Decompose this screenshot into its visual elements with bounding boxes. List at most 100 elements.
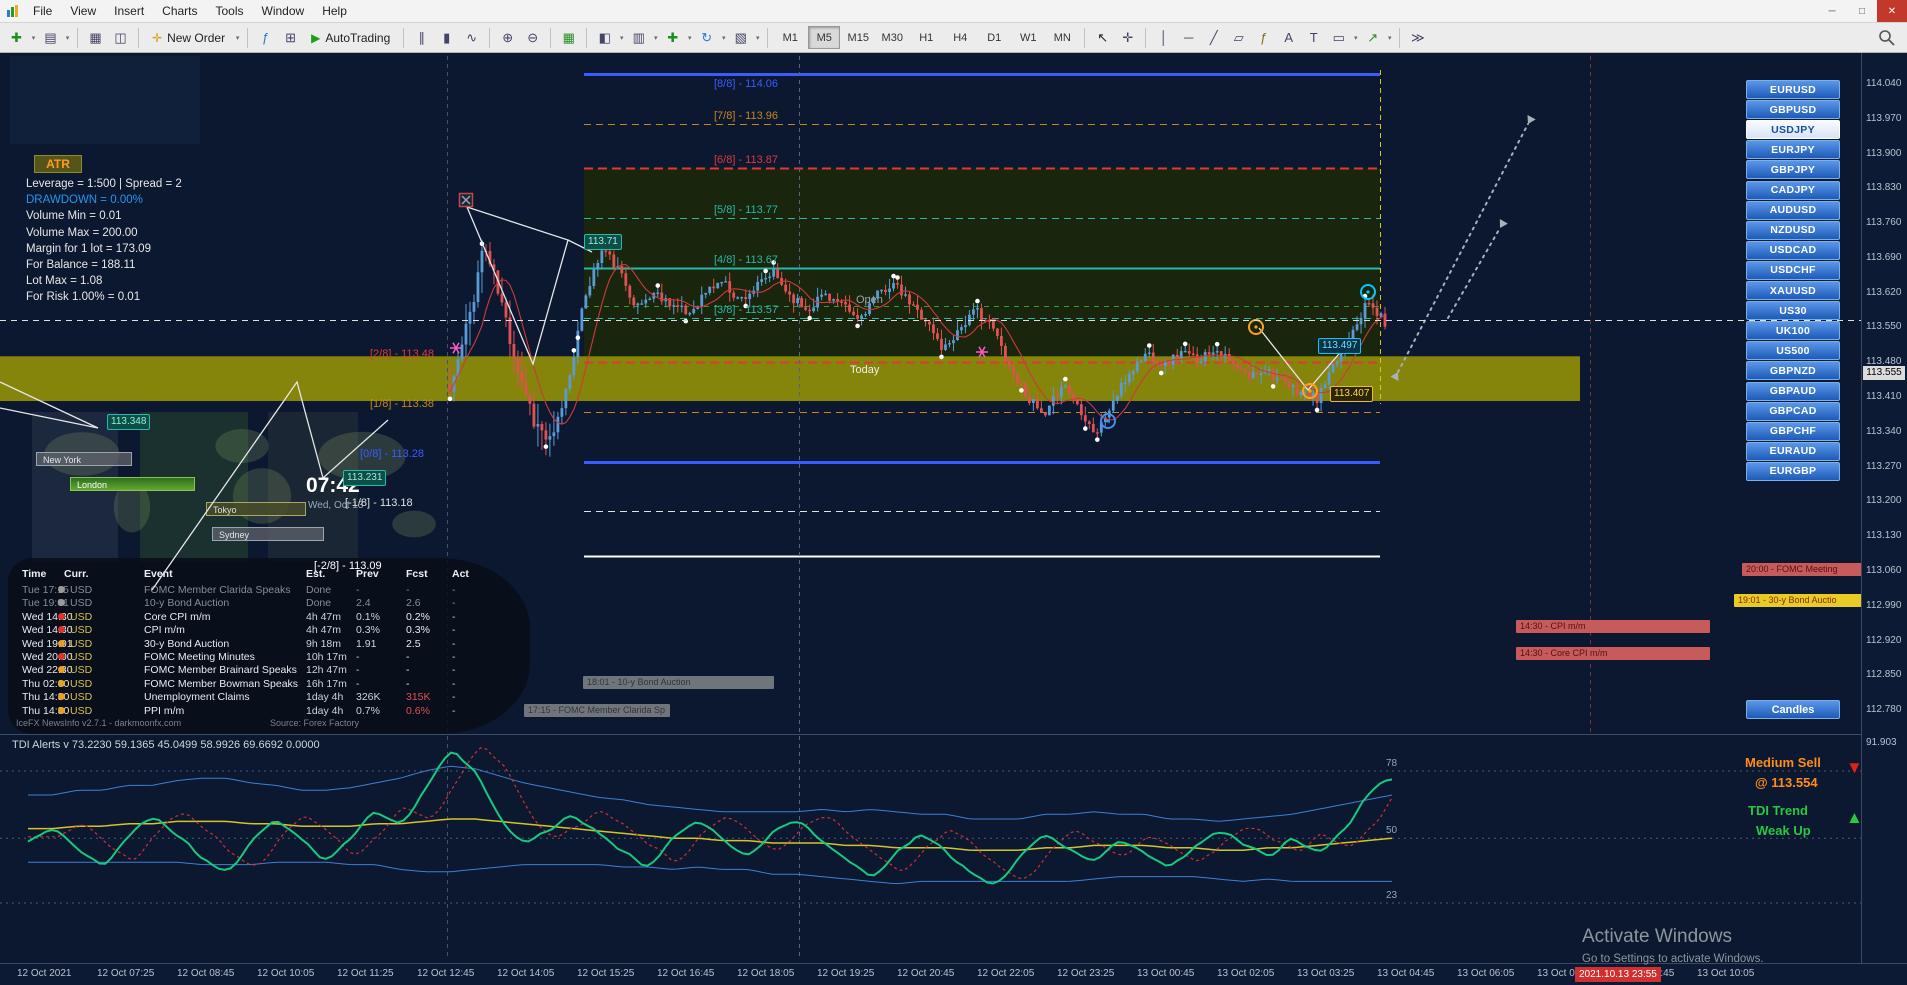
- line-chart-icon[interactable]: ∿: [460, 26, 483, 49]
- cursor-icon[interactable]: ↖: [1091, 26, 1114, 49]
- pair-button-audusd[interactable]: AUDUSD: [1746, 201, 1840, 220]
- trendline-icon[interactable]: ╱: [1202, 26, 1225, 49]
- timeframe-h4[interactable]: H4: [944, 26, 976, 49]
- candlestick-chart-icon[interactable]: ▮: [435, 26, 458, 49]
- terminal-icon[interactable]: ⊞: [279, 26, 302, 49]
- toolbar-separator: [586, 28, 587, 48]
- pair-button-xauusd[interactable]: XAUUSD: [1746, 281, 1840, 300]
- dropdown-arrow-icon[interactable]: ▾: [233, 34, 242, 42]
- pair-button-us30[interactable]: US30: [1746, 301, 1840, 320]
- label-icon[interactable]: T: [1302, 26, 1325, 49]
- channel-icon[interactable]: ▱: [1227, 26, 1250, 49]
- pair-button-gbpchf[interactable]: GBPCHF: [1746, 422, 1840, 441]
- menu-item-help[interactable]: Help: [313, 1, 356, 21]
- price-tick-label: 112.850: [1866, 669, 1901, 680]
- dropdown-arrow-icon[interactable]: ▾: [1385, 34, 1394, 42]
- text-icon[interactable]: A: [1277, 26, 1300, 49]
- atr-badge[interactable]: ATR: [34, 155, 82, 173]
- menu-item-view[interactable]: View: [61, 1, 105, 21]
- indicators-icon[interactable]: ✚: [661, 26, 684, 49]
- timeframe-m30[interactable]: M30: [876, 26, 908, 49]
- pair-button-eurusd[interactable]: EURUSD: [1746, 80, 1840, 99]
- time-axis-label: 12 Oct 19:25: [817, 968, 874, 979]
- pair-button-usdjpy[interactable]: USDJPY: [1746, 120, 1840, 139]
- price-tick-label: 113.130: [1866, 530, 1901, 541]
- timeframe-mn[interactable]: MN: [1046, 26, 1078, 49]
- templates-icon[interactable]: ▧: [729, 26, 752, 49]
- metaeditor-icon[interactable]: ƒ: [254, 26, 277, 49]
- minimize-button[interactable]: ─: [1817, 0, 1847, 22]
- pair-button-gbpjpy[interactable]: GBPJPY: [1746, 160, 1840, 179]
- timeframe-m5[interactable]: M5: [808, 26, 840, 49]
- dropdown-arrow-icon[interactable]: ▾: [753, 34, 762, 42]
- timeframe-w1[interactable]: W1: [1012, 26, 1044, 49]
- news-row-estimate: 10h 17m: [306, 651, 347, 663]
- dropdown-arrow-icon[interactable]: ▾: [719, 34, 728, 42]
- pair-button-eurgbp[interactable]: EURGBP: [1746, 462, 1840, 481]
- menu-item-charts[interactable]: Charts: [153, 1, 206, 21]
- account-info-row: Margin for 1 lot = 173.09: [26, 243, 151, 255]
- pair-button-gbpaud[interactable]: GBPAUD: [1746, 382, 1840, 401]
- timeframe-m15[interactable]: M15: [842, 26, 874, 49]
- news-row-currency: USD: [70, 611, 92, 623]
- dropdown-arrow-icon[interactable]: ▾: [685, 34, 694, 42]
- news-row-previous: -: [356, 664, 360, 676]
- autotrading-button[interactable]: ▶AutoTrading: [303, 29, 398, 47]
- pair-button-usdchf[interactable]: USDCHF: [1746, 261, 1840, 280]
- zoom-out-icon[interactable]: ⊖: [521, 26, 544, 49]
- candles-button[interactable]: Candles: [1746, 700, 1840, 719]
- timeframe-h1[interactable]: H1: [910, 26, 942, 49]
- shapes-icon[interactable]: ▭: [1327, 26, 1350, 49]
- crosshair-icon[interactable]: ✛: [1116, 26, 1139, 49]
- cascade-windows-icon[interactable]: ▥: [627, 26, 650, 49]
- menu-item-tools[interactable]: Tools: [207, 1, 253, 21]
- pair-button-eurjpy[interactable]: EURJPY: [1746, 140, 1840, 159]
- timeframe-m1[interactable]: M1: [774, 26, 806, 49]
- dropdown-arrow-icon[interactable]: ▾: [617, 34, 626, 42]
- price-scale[interactable]: 114.040113.970113.900113.830113.760113.6…: [1861, 53, 1907, 985]
- new-chart-icon[interactable]: ✚: [5, 26, 28, 49]
- dropdown-arrow-icon[interactable]: ▾: [29, 34, 38, 42]
- pair-button-usdcad[interactable]: USDCAD: [1746, 241, 1840, 260]
- menu-item-window[interactable]: Window: [253, 1, 314, 21]
- account-info-row: Leverage = 1:500 | Spread = 2: [26, 178, 182, 190]
- zoom-in-icon[interactable]: ⊕: [496, 26, 519, 49]
- bar-chart-icon[interactable]: ∥: [410, 26, 433, 49]
- news-row-previous: 326K: [356, 691, 381, 703]
- dropdown-arrow-icon[interactable]: ▾: [651, 34, 660, 42]
- grid-icon[interactable]: ▦: [557, 26, 580, 49]
- periods-icon[interactable]: ↻: [695, 26, 718, 49]
- navigator-icon[interactable]: ◫: [109, 26, 132, 49]
- pair-button-gbpusd[interactable]: GBPUSD: [1746, 100, 1840, 119]
- price-tag: 113.71: [584, 234, 622, 250]
- new-order-button[interactable]: ✛New Order: [144, 29, 233, 47]
- pair-button-euraud[interactable]: EURAUD: [1746, 442, 1840, 461]
- close-button[interactable]: ✕: [1877, 0, 1907, 22]
- fibonacci-icon[interactable]: ƒ: [1252, 26, 1275, 49]
- toolbar-separator: [489, 28, 490, 48]
- search-icon[interactable]: [1877, 28, 1897, 48]
- murrey-level-label: [5/8] - 113.77: [714, 204, 778, 216]
- dropdown-arrow-icon[interactable]: ▾: [1351, 34, 1360, 42]
- pair-button-us500[interactable]: US500: [1746, 341, 1840, 360]
- chart-profiles-icon[interactable]: ▤: [39, 26, 62, 49]
- vertical-line-icon[interactable]: │: [1152, 26, 1175, 49]
- timeframe-d1[interactable]: D1: [978, 26, 1010, 49]
- pair-button-uk100[interactable]: UK100: [1746, 321, 1840, 340]
- tile-windows-icon[interactable]: ◧: [593, 26, 616, 49]
- horizontal-line-icon[interactable]: ─: [1177, 26, 1200, 49]
- restore-button[interactable]: □: [1847, 0, 1877, 22]
- pair-button-gbpnzd[interactable]: GBPNZD: [1746, 361, 1840, 380]
- dropdown-arrow-icon[interactable]: ▾: [63, 34, 72, 42]
- pair-button-nzdusd[interactable]: NZDUSD: [1746, 221, 1840, 240]
- menu-item-insert[interactable]: Insert: [105, 1, 153, 21]
- news-col-header: Time: [22, 568, 46, 580]
- pair-button-cadjpy[interactable]: CADJPY: [1746, 181, 1840, 200]
- menu-item-file[interactable]: File: [24, 1, 61, 21]
- market-watch-icon[interactable]: ▦: [84, 26, 107, 49]
- step-forward-icon[interactable]: ≫: [1406, 26, 1429, 49]
- time-axis[interactable]: 12 Oct 202112 Oct 07:2512 Oct 08:4512 Oc…: [0, 963, 1907, 985]
- arrows-icon[interactable]: ↗: [1361, 26, 1384, 49]
- session-bar-new-york: New York: [36, 452, 132, 466]
- pair-button-gbpcad[interactable]: GBPCAD: [1746, 402, 1840, 421]
